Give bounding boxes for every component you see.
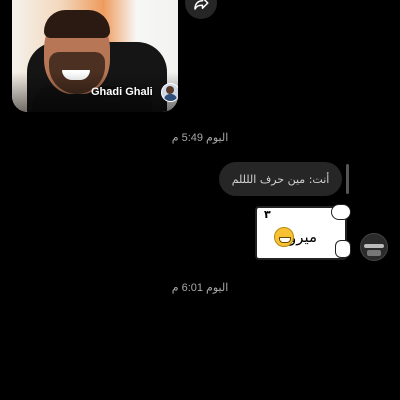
post-username: Ghadi Ghali	[91, 86, 153, 98]
share-arrow-icon	[194, 0, 209, 10]
cartoon-face-icon	[335, 240, 351, 258]
sticker-corner-text: ٣	[264, 208, 271, 221]
sticker-message[interactable]: ٣ ميرو	[253, 202, 351, 262]
share-button[interactable]	[185, 0, 217, 19]
reply-preview-bubble[interactable]: أنت: مين حرف اللللم	[219, 162, 342, 196]
message-timestamp: اليوم 5:49 م	[171, 132, 229, 144]
cartoon-face-icon	[331, 204, 351, 220]
shared-post-card[interactable]: Ghadi Ghali	[12, 0, 178, 112]
post-avatar	[161, 83, 178, 102]
reply-indicator-bar	[346, 164, 349, 194]
message-timestamp: اليوم 6:01 م	[171, 282, 229, 294]
reply-preview-text: أنت: مين حرف اللللم	[231, 172, 330, 186]
sender-avatar[interactable]	[360, 233, 388, 261]
grinning-face-icon	[274, 227, 294, 247]
